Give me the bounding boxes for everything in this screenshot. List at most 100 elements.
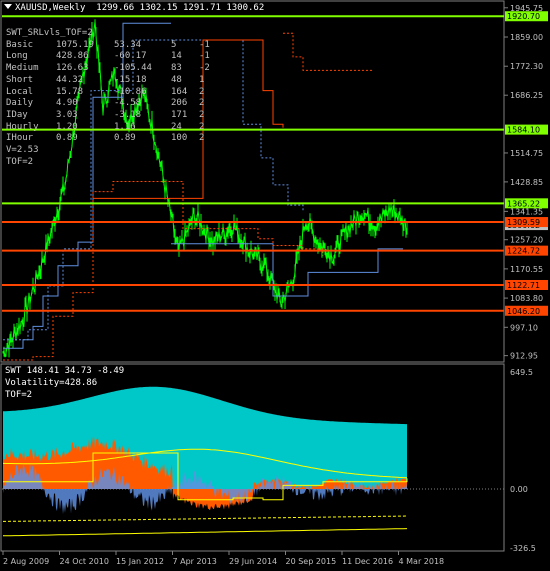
stat-row: IDay 3.03 -3.18 171 2 — [6, 110, 229, 122]
stat-v1: 44.32 — [56, 74, 84, 85]
stat-v4: -1 — [199, 39, 210, 50]
price-tick-label: 1514.75 — [510, 149, 543, 158]
stat-label: Hourly — [6, 121, 39, 132]
stat-v1: 4.90 — [56, 98, 78, 109]
time-tick-label: 7 Apr 2013 — [173, 557, 217, 566]
stat-v2: 1.16 — [114, 121, 136, 132]
stat-v3: 206 — [171, 98, 188, 109]
price-tick-label: 1859.00 — [510, 33, 543, 42]
price-tick-label: 1170.55 — [510, 265, 543, 274]
stat-v4: -2 — [199, 63, 210, 74]
price-tick-label: 1686.25 — [510, 91, 543, 100]
swt-axis-label: 0.00 — [510, 485, 528, 494]
swt-plot: 649.5 0.00 -326.5 2 Aug 2009 24 Oct 2010 15 J… — [2, 368, 536, 566]
price-tick-label: 1772.30 — [510, 62, 543, 71]
symbol-timeframe: XAUUSD,Weekly — [15, 3, 86, 13]
stat-label: Local — [6, 86, 34, 97]
stat-label: IDay — [6, 109, 28, 120]
dropdown-triangle-icon[interactable] — [4, 4, 12, 9]
price-tick-label: 1257.20 — [510, 236, 543, 245]
level-label: 1122.71 — [507, 281, 540, 290]
price-tick-label: 997.10 — [510, 323, 538, 332]
stat-v3: 164 — [171, 86, 188, 97]
stat-row: Hourly 1.20 1.16 24 2 — [6, 122, 229, 134]
price-tick-label: 1083.80 — [510, 294, 543, 303]
price-tick-label: 1428.85 — [510, 178, 543, 187]
stat-row: Daily 4.90 -4.58 206 2 — [6, 98, 229, 110]
time-tick-label: 11 Dec 2016 — [342, 557, 393, 566]
stat-v1: 3.03 — [56, 109, 78, 120]
stat-v3: 5 — [171, 39, 177, 50]
indicator-name: SWT_SRLvls_TOF=2 — [6, 28, 93, 38]
red-dashed-step — [3, 181, 324, 361]
stat-v2: -4.58 — [114, 98, 142, 109]
swt-yellow-lower — [3, 528, 408, 537]
stat-v3: 14 — [171, 51, 182, 62]
stat-label: Daily — [6, 98, 34, 109]
stat-v1: 15.78 — [56, 86, 84, 97]
v-line: V=2.53 — [6, 145, 39, 156]
stat-label: Basic — [6, 39, 34, 50]
stat-v1: 1075.19 — [56, 39, 94, 50]
stat-v3: 24 — [171, 121, 182, 132]
stat-v1: 1.20 — [56, 121, 78, 132]
stat-v2: -15.18 — [114, 74, 147, 85]
stat-v3: 48 — [171, 74, 182, 85]
level-label: 1365.22 — [507, 199, 540, 208]
stat-v2: -60.17 — [114, 51, 147, 62]
stat-v4: 2 — [199, 86, 205, 97]
swt-yellow-lower-dashed — [3, 515, 408, 522]
stat-v3: 83 — [171, 63, 182, 74]
swt-volatility: Volatility=428.86 — [5, 378, 98, 388]
stat-row: Short 44.32 -15.18 48 1 — [6, 75, 229, 87]
stat-v3: 100 — [171, 133, 188, 144]
swt-header: SWT 148.41 34.73 -8.49 — [5, 366, 125, 376]
stat-v2: -10.86 — [114, 86, 147, 97]
stat-label: Medium — [6, 63, 39, 74]
stat-v4: 2 — [199, 133, 205, 144]
swt-axis-label: -326.5 — [510, 544, 536, 553]
stat-v4: 1 — [199, 74, 205, 85]
time-tick-label: 20 Sep 2015 — [286, 557, 337, 566]
stat-row: Local 15.78 -10.86 164 2 — [6, 87, 229, 99]
stat-row: Basic 1075.19 53.34 5 -1 — [6, 40, 229, 52]
stat-v1: 0.89 — [56, 133, 78, 144]
ohlc-values: 1299.66 1302.15 1291.71 1300.62 — [96, 3, 265, 13]
time-tick-label: 15 Jan 2012 — [116, 557, 164, 566]
swt-tof: TOF=2 — [5, 390, 33, 400]
indicator-stats-panel: SWT_SRLvls_TOF=2 Basic 1075.19 53.34 5 -1 Lon… — [6, 28, 229, 168]
price-tick-label: 1341.35 — [510, 207, 543, 216]
stat-v4: 2 — [199, 98, 205, 109]
stat-rows: Basic 1075.19 53.34 5 -1 Long 428.86 -60.17 14 -1… — [6, 40, 229, 145]
red-dashed-upper — [283, 32, 373, 71]
stat-v2: -105.44 — [114, 63, 152, 74]
level-label: 1046.20 — [507, 307, 540, 316]
stat-v1: 428.86 — [56, 51, 89, 62]
stat-v4: 2 — [199, 121, 205, 132]
stat-row: Long 428.86 -60.17 14 -1 — [6, 51, 229, 63]
stat-row: Medium 126.63 -105.44 83 -2 — [6, 63, 229, 75]
stat-v1: 126.63 — [56, 63, 89, 74]
stat-v3: 171 — [171, 109, 188, 120]
price-tick-label: 912.95 — [510, 352, 538, 361]
swt-axis-label: 649.5 — [510, 368, 533, 377]
chart-title: XAUUSD,Weekly 1299.66 1302.15 1291.71 13… — [4, 3, 264, 13]
level-label: 1309.59 — [507, 218, 540, 227]
level-label: 1584.10 — [507, 126, 540, 135]
time-tick-label: 2 Aug 2009 — [3, 557, 49, 566]
level-label: 1920.70 — [507, 12, 540, 21]
stat-label: Short — [6, 74, 34, 85]
time-tick-label: 24 Oct 2010 — [60, 557, 109, 566]
time-tick-label: 4 Mar 2018 — [399, 557, 445, 566]
stat-v4: -1 — [199, 51, 210, 62]
level-label: 1224.72 — [507, 247, 540, 256]
tof-line: TOF=2 — [6, 156, 34, 167]
stat-v2: 0.89 — [114, 133, 136, 144]
stat-v2: -3.18 — [114, 109, 142, 120]
stat-row: IHour 0.89 0.89 100 2 — [6, 133, 229, 145]
time-tick-label: 29 Jun 2014 — [229, 557, 277, 566]
stat-label: IHour — [6, 133, 34, 144]
stat-label: Long — [6, 51, 28, 62]
stat-v2: 53.34 — [114, 39, 142, 50]
stat-v4: 2 — [199, 109, 205, 120]
